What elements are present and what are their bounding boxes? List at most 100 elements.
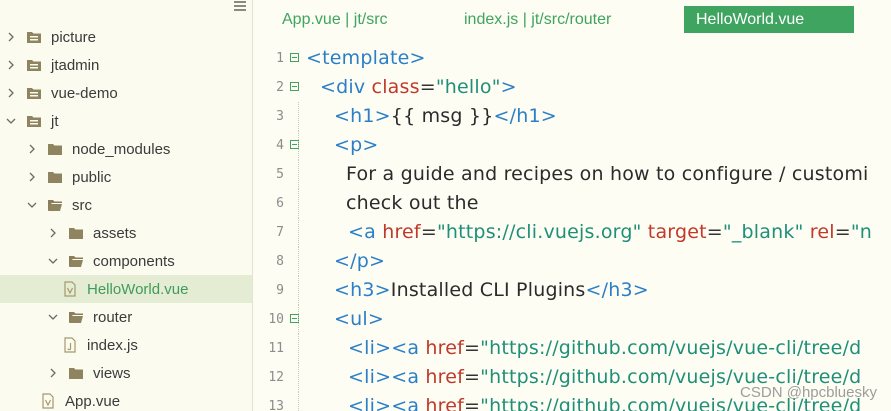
code-text: For a guide and recipes on how to config… [346, 163, 869, 185]
tree-item-label: vue-demo [51, 84, 118, 102]
tab-app-vue[interactable]: App.vue | jt/src [270, 6, 400, 33]
tree-item-label: App.vue [65, 392, 121, 410]
code-token: class [371, 76, 420, 98]
code-token: href [425, 366, 465, 388]
code-token: <template> [306, 47, 426, 69]
line-number: 1 [276, 51, 284, 66]
folder-icon [47, 169, 63, 185]
code-token: = [420, 221, 437, 243]
code-token: = [464, 366, 481, 388]
tree-item-label: views [93, 364, 131, 382]
tree-item-jt[interactable]: jt [0, 107, 252, 135]
code-editor[interactable]: 1 <template> 2 <div class="hello"> 3 <h1>{{ m… [254, 44, 891, 411]
code-token: <li><a [348, 337, 426, 359]
folder-icon [47, 141, 63, 157]
folder-icon [68, 365, 84, 381]
line-number: 11 [268, 341, 284, 356]
code-line[interactable]: 3 <h1>{{ msg }}</h1> [254, 102, 891, 131]
code-line[interactable]: 10 <ul> [254, 305, 891, 334]
code-token: </h1> [493, 105, 557, 127]
tree-item-components[interactable]: components [0, 247, 252, 275]
line-number: 8 [276, 254, 284, 269]
code-line[interactable]: 1 <template> [254, 44, 891, 73]
chevron-right-icon[interactable] [46, 366, 60, 380]
code-line[interactable]: 4 <p> [254, 131, 891, 160]
folder-icon [68, 225, 84, 241]
explorer-menu-icon[interactable] [234, 1, 246, 13]
indent-guide [298, 189, 299, 218]
line-number: 10 [268, 312, 284, 327]
chevron-down-icon[interactable] [46, 310, 60, 324]
tree-item-assets[interactable]: assets [0, 219, 252, 247]
watermark: CSDN @hpcbluesky [740, 384, 877, 401]
line-number: 7 [276, 225, 284, 240]
code-line[interactable]: 7 <a href="https://cli.vuejs.org" target=… [254, 218, 891, 247]
code-token: <p> [334, 134, 379, 156]
tree-item-label: picture [51, 28, 97, 46]
line-number: 5 [276, 167, 284, 182]
tree-item-router[interactable]: router [0, 303, 252, 331]
tree-item-helloworld-vue[interactable]: HelloWorld.vue [0, 275, 252, 303]
tree-item-picture[interactable]: picture [0, 23, 252, 51]
fold-collapse-icon[interactable] [290, 53, 299, 62]
code-token: <a [348, 221, 383, 243]
chevron-down-icon[interactable] [25, 198, 39, 212]
folder-icon [26, 85, 42, 101]
chevron-right-icon[interactable] [25, 142, 39, 156]
tab-index-js[interactable]: index.js | jt/src/router [452, 6, 623, 33]
code-text: <a href="https://cli.vuejs.org" target="… [348, 221, 872, 243]
code-token: {{ msg }} [390, 105, 494, 127]
indent-guide [298, 305, 299, 334]
vue-file-icon [62, 281, 78, 297]
code-token: href [382, 221, 421, 243]
line-number: 2 [276, 80, 284, 95]
tree-item-public[interactable]: public [0, 163, 252, 191]
code-line[interactable]: 8 </p> [254, 247, 891, 276]
tree-item-node-modules[interactable]: node_modules [0, 135, 252, 163]
tree-item-jtadmin[interactable]: jtadmin [0, 51, 252, 79]
indent-guide [298, 102, 299, 131]
tree-item-src[interactable]: src [0, 191, 252, 219]
code-line[interactable]: 9 <h3>Installed CLI Plugins</h3> [254, 276, 891, 305]
tree-item-label: index.js [87, 336, 138, 354]
chevron-right-icon[interactable] [46, 226, 60, 240]
code-line[interactable]: 11 <li><a href="https://github.com/vuejs/… [254, 334, 891, 363]
js-file-icon [62, 337, 78, 353]
code-token: "_blank" [722, 221, 804, 243]
code-line[interactable]: 2 <div class="hello"> [254, 73, 891, 102]
line-number: 12 [268, 370, 284, 385]
code-token: = [706, 221, 723, 243]
code-token: target [647, 221, 707, 243]
tab-helloworld-vue[interactable]: HelloWorld.vue [684, 6, 854, 33]
fold-collapse-icon[interactable] [290, 82, 299, 91]
tree-item-app-vue[interactable]: App.vue [0, 387, 252, 411]
folder-open-icon [26, 113, 42, 129]
code-token: "hello" [435, 76, 501, 98]
code-token: = [464, 337, 481, 359]
code-line[interactable]: 6 check out the [254, 189, 891, 218]
code-text: check out the [346, 192, 479, 214]
code-token: "n [850, 221, 873, 243]
folder-icon [26, 57, 42, 73]
chevron-right-icon[interactable] [25, 170, 39, 184]
code-token: <h3> [334, 279, 391, 301]
chevron-down-icon[interactable] [46, 254, 60, 268]
code-token: For a guide and recipes on how to config… [346, 163, 869, 185]
folder-open-icon [47, 197, 63, 213]
indent-guide [298, 131, 299, 160]
chevron-right-icon[interactable] [4, 58, 18, 72]
tree-item-label: node_modules [72, 140, 171, 158]
tree-item-index-js[interactable]: index.js [0, 331, 252, 359]
tree-item-vue-demo[interactable]: vue-demo [0, 79, 252, 107]
line-number: 3 [276, 109, 284, 124]
code-text: </p> [334, 250, 385, 272]
code-token: Installed CLI Plugins [390, 279, 586, 301]
code-token: > [500, 76, 517, 98]
code-line[interactable]: 5 For a guide and recipes on how to confi… [254, 160, 891, 189]
chevron-right-icon[interactable] [4, 86, 18, 100]
tree-item-views[interactable]: views [0, 359, 252, 387]
chevron-right-icon[interactable] [4, 30, 18, 44]
indent-guide [298, 334, 299, 363]
code-token: "https://github.com/vuejs/vue-cli/tree/d [480, 337, 862, 359]
chevron-down-icon[interactable] [4, 114, 18, 128]
